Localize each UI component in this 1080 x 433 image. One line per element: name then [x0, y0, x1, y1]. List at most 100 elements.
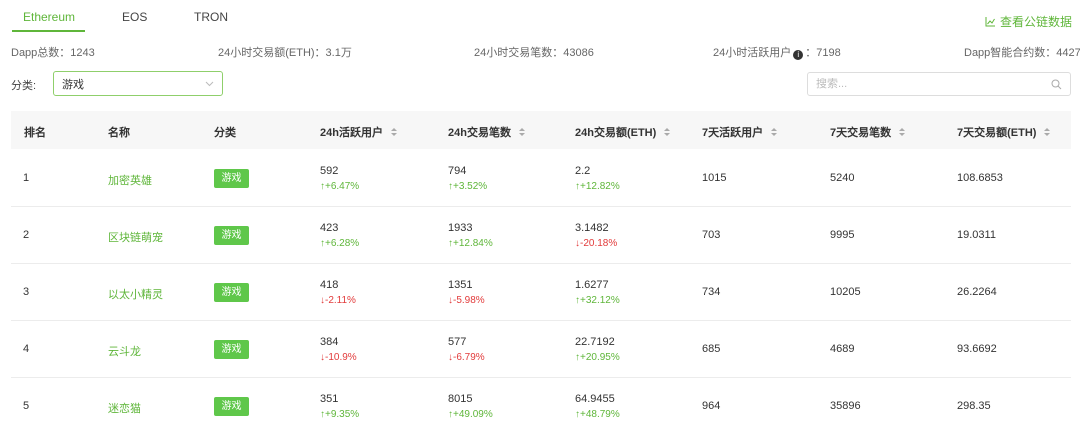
tx-7d-cell: 5240	[830, 172, 855, 184]
table-row: 4 云斗龙 游戏 384 ↓-10.9% 577 ↓-6.79% 22.7192 ↑+…	[11, 321, 1071, 378]
sort-icon[interactable]	[771, 128, 778, 136]
sort-down-icon	[771, 133, 778, 136]
tx-24h-cell: 1351 ↓-5.98%	[448, 279, 485, 306]
tx-7d-cell: 35896	[830, 400, 861, 412]
rank-cell: 2	[23, 229, 30, 241]
stat-active-24h: 24小时活跃用户 i ：7198	[713, 44, 841, 60]
sort-down-icon	[1044, 133, 1051, 136]
table-row: 5 迷恋猫 游戏 351 ↑+9.35% 8015 ↑+49.09% 64.9455…	[11, 378, 1071, 433]
volume-24h-cell: 2.2 ↑+12.82%	[575, 165, 620, 192]
sort-icon[interactable]	[664, 128, 671, 136]
col-tx-7d[interactable]: 7天交易笔数	[830, 124, 906, 140]
sort-down-icon	[390, 133, 397, 136]
metric-value: 423	[320, 222, 339, 234]
metric-value: 1351	[448, 279, 473, 291]
active-tab-indicator	[12, 30, 85, 32]
category-tag: 游戏	[214, 397, 249, 416]
volume-7d-cell: 108.6853	[957, 172, 1003, 184]
sort-icon[interactable]	[518, 128, 525, 136]
col-tx-24h[interactable]: 24h交易笔数	[448, 124, 525, 140]
tx-24h-cell: 8015 ↑+49.09%	[448, 393, 493, 420]
delta-percent: ↑+6.47%	[320, 181, 360, 192]
users-7d-cell: 703	[702, 229, 721, 241]
users-7d-cell: 964	[702, 400, 721, 412]
sort-icon[interactable]	[390, 128, 397, 136]
category-select[interactable]: 游戏	[53, 71, 223, 96]
delta-percent: ↓-10.9%	[320, 352, 357, 363]
volume-7d-cell: 298.35	[957, 400, 991, 412]
sort-down-icon	[664, 133, 671, 136]
delta-percent: ↓-5.98%	[448, 295, 485, 306]
search-icon[interactable]	[1051, 79, 1062, 90]
sort-icon[interactable]	[899, 128, 906, 136]
delta-percent: ↑+49.09%	[448, 409, 493, 420]
column-header-label: 7天活跃用户	[702, 127, 764, 139]
column-header-label: 7天交易额(ETH)	[957, 127, 1037, 139]
dapp-name-link[interactable]: 以太小精灵	[108, 286, 163, 302]
delta-percent: ↑+12.84%	[448, 238, 493, 249]
metric-value: 794	[448, 165, 467, 177]
sort-up-icon	[518, 128, 525, 131]
stat-dapp-total: Dapp总数：1243	[11, 47, 95, 59]
sort-icon[interactable]	[1044, 128, 1051, 136]
rank-cell: 1	[23, 172, 30, 184]
dapp-name-link[interactable]: 云斗龙	[108, 343, 141, 359]
col-users-7d[interactable]: 7天活跃用户	[702, 124, 778, 140]
dapp-name-link[interactable]: 迷恋猫	[108, 400, 141, 416]
table-row: 3 以太小精灵 游戏 418 ↓-2.11% 1351 ↓-5.98% 1.6277…	[11, 264, 1071, 321]
users-24h-cell: 351 ↑+9.35%	[320, 393, 359, 420]
delta-percent: ↑+20.95%	[575, 352, 620, 363]
metric-value: 1933	[448, 222, 473, 234]
rank-cell: 4	[23, 343, 30, 355]
tx-7d-cell: 4689	[830, 343, 855, 355]
sort-up-icon	[390, 128, 397, 131]
metric-value: 418	[320, 279, 339, 291]
volume-7d-cell: 93.6692	[957, 343, 997, 355]
column-header-label: 7天交易笔数	[830, 127, 892, 139]
dapp-name-link[interactable]: 区块链萌宠	[108, 229, 163, 245]
metric-value: 1.6277	[575, 279, 609, 291]
col-volume-24h[interactable]: 24h交易额(ETH)	[575, 124, 671, 140]
tab-eos[interactable]: EOS	[122, 10, 147, 24]
stat-volume-24h: 24小时交易额(ETH)：3.1万	[218, 47, 352, 59]
delta-percent: ↑+6.28%	[320, 238, 360, 249]
metric-value: 2.2	[575, 165, 591, 177]
delta-percent: ↑+12.82%	[575, 181, 620, 192]
col-rank: 排名	[24, 124, 46, 140]
category-select-value: 游戏	[62, 78, 84, 91]
metric-value: 592	[320, 165, 339, 177]
volume-24h-cell: 22.7192 ↑+20.95%	[575, 336, 620, 363]
users-24h-cell: 384 ↓-10.9%	[320, 336, 357, 363]
column-header-label: 排名	[24, 127, 46, 139]
sort-up-icon	[664, 128, 671, 131]
search-input[interactable]	[816, 78, 1051, 90]
view-chain-data-link[interactable]: 查看公链数据	[985, 13, 1072, 30]
view-chain-data-label: 查看公链数据	[999, 15, 1072, 29]
delta-percent: ↑+3.52%	[448, 181, 488, 192]
volume-7d-cell: 19.0311	[957, 229, 996, 241]
col-users-24h[interactable]: 24h活跃用户	[320, 124, 397, 140]
sort-up-icon	[771, 128, 778, 131]
metric-value: 8015	[448, 393, 473, 405]
metric-value: 64.9455	[575, 393, 615, 405]
delta-percent: ↑+48.79%	[575, 409, 620, 420]
delta-percent: ↓-2.11%	[320, 295, 356, 306]
info-icon[interactable]: i	[793, 50, 804, 60]
sort-down-icon	[899, 133, 906, 136]
category-tag: 游戏	[214, 226, 249, 245]
tx-24h-cell: 1933 ↑+12.84%	[448, 222, 493, 249]
users-24h-cell: 423 ↑+6.28%	[320, 222, 359, 249]
column-header-label: 分类	[214, 127, 236, 139]
table-row: 2 区块链萌宠 游戏 423 ↑+6.28% 1933 ↑+12.84% 3.148…	[11, 207, 1071, 264]
dapp-name-link[interactable]: 加密英雄	[108, 172, 152, 188]
category-tag: 游戏	[214, 283, 249, 302]
tx-7d-cell: 9995	[830, 229, 855, 241]
column-header-label: 24h交易笔数	[448, 127, 511, 139]
category-tag: 游戏	[214, 340, 249, 359]
rank-cell: 5	[23, 400, 30, 412]
tab-ethereum[interactable]: Ethereum	[23, 10, 75, 24]
col-volume-7d[interactable]: 7天交易额(ETH)	[957, 124, 1051, 140]
tab-tron[interactable]: TRON	[194, 10, 228, 24]
volume-24h-cell: 3.1482 ↓-20.18%	[575, 222, 617, 249]
col-name: 名称	[108, 124, 130, 140]
